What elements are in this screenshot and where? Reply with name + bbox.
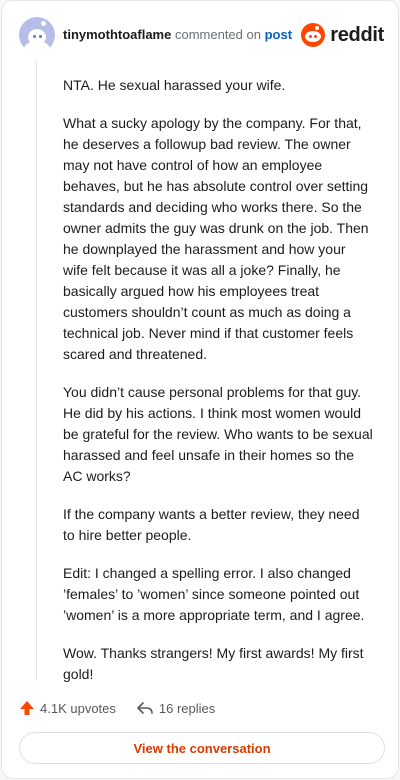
post-link[interactable]: post xyxy=(265,27,292,42)
replies-button[interactable]: 16 replies xyxy=(136,700,215,716)
comment-paragraph: What a sucky apology by the company. For… xyxy=(63,115,369,362)
reddit-wordmark: reddit xyxy=(330,23,384,46)
thread-line xyxy=(36,61,37,681)
comment-paragraph: Edit: I changed a spelling error. I also… xyxy=(63,565,365,623)
upvote-count: 4.1K upvotes xyxy=(40,700,116,716)
comment-paragraph: Wow. Thanks strangers! My first awards! … xyxy=(63,645,364,682)
comment-card: tinymothtoaflame commented on post reddi… xyxy=(1,0,399,779)
comment-actions: 4.1K upvotes 16 replies xyxy=(19,697,235,719)
comment-paragraph: If the company wants a better review, th… xyxy=(63,506,360,543)
comment-meta: tinymothtoaflame commented on post xyxy=(63,27,292,42)
reddit-logo-icon xyxy=(301,23,326,47)
comment-header: tinymothtoaflame commented on post reddi… xyxy=(19,15,384,55)
reply-arrow-icon xyxy=(137,702,153,714)
comment-body: NTA. He sexual harassed your wife. What … xyxy=(63,75,373,702)
comment-paragraph: NTA. He sexual harassed your wife. xyxy=(63,77,286,93)
replies-count: 16 replies xyxy=(158,700,216,716)
view-conversation-button[interactable]: View the conversation xyxy=(19,732,385,764)
username-link[interactable]: tinymothtoaflame xyxy=(63,27,171,42)
user-avatar[interactable] xyxy=(19,17,55,53)
comment-paragraph: You didn’t cause personal problems for t… xyxy=(63,384,373,484)
action-text: commented on xyxy=(174,27,261,42)
upvote-button[interactable]: 4.1K upvotes xyxy=(19,700,116,716)
reddit-brand[interactable]: reddit xyxy=(301,21,384,49)
upvote-arrow-icon xyxy=(20,701,34,715)
